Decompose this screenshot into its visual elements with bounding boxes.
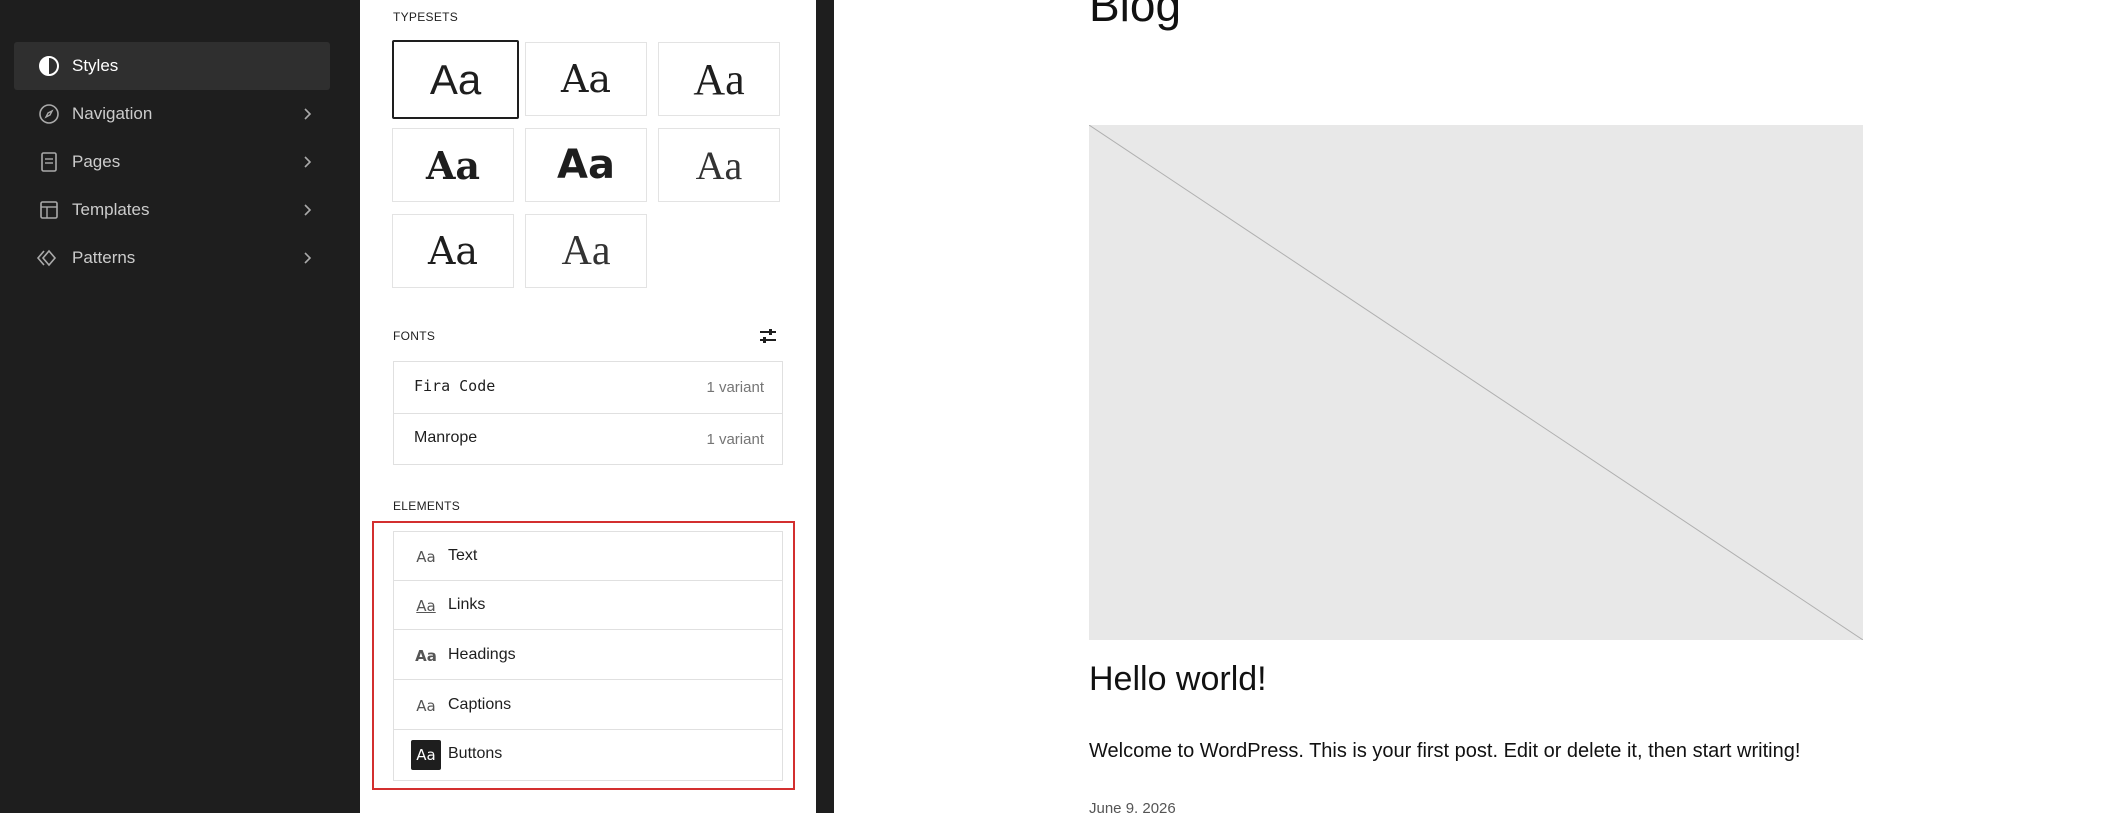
font-item-fira-code[interactable]: Fira Code 1 variant: [394, 362, 782, 414]
sidebar-item-patterns[interactable]: Patterns: [14, 234, 330, 282]
layout-icon: [40, 201, 58, 219]
font-name: Manrope: [414, 429, 478, 446]
elements-list: Aa Text Aa Links Aa Headings Aa Captions…: [393, 531, 783, 781]
sidebar-item-label: Navigation: [72, 104, 153, 123]
typeset-option-2[interactable]: Aa: [525, 42, 647, 116]
sidebar-item-navigation[interactable]: Navigation: [14, 90, 330, 138]
sidebar-item-styles[interactable]: Styles: [14, 42, 330, 90]
chevron-right-icon: [304, 252, 312, 264]
typeset-option-7[interactable]: Aa: [392, 214, 514, 288]
styles-panel: TYPESETS Aa Aa Aa Aa Aa Aa Aa Aa FONTS F…: [360, 0, 816, 813]
sidebar-item-label: Templates: [72, 200, 150, 219]
element-label: Headings: [448, 646, 516, 663]
sidebar-item-label: Patterns: [72, 248, 136, 267]
element-item-links[interactable]: Aa Links: [394, 581, 782, 630]
page-icon: [41, 152, 57, 172]
featured-image-placeholder[interactable]: [1088, 124, 1864, 641]
half-circle-icon: [39, 56, 59, 76]
element-label: Buttons: [448, 745, 503, 762]
element-item-text[interactable]: Aa Text: [394, 532, 782, 581]
typeset-option-8[interactable]: Aa: [525, 214, 647, 288]
typeset-option-3[interactable]: Aa: [658, 42, 780, 116]
font-name: Fira Code: [414, 377, 496, 395]
compass-icon: [39, 104, 59, 124]
site-preview[interactable]: Blog Hello world! Welcome to WordPress. …: [834, 0, 2122, 813]
button-style-icon: Aa: [411, 740, 441, 770]
diamond-icon: [36, 249, 57, 267]
caption-style-icon: Aa: [416, 697, 436, 715]
sidebar-item-label: Pages: [72, 152, 121, 171]
post-date: June 9, 2026: [1089, 800, 1176, 813]
element-item-headings[interactable]: Aa Headings: [394, 631, 782, 680]
chevron-right-icon: [304, 108, 312, 120]
typeset-option-5[interactable]: Aa: [525, 128, 647, 202]
link-style-icon: Aa: [416, 597, 436, 615]
font-item-manrope[interactable]: Manrope 1 variant: [394, 414, 782, 465]
typesets-heading: TYPESETS: [393, 10, 459, 24]
element-item-captions[interactable]: Aa Captions: [394, 681, 782, 730]
placeholder-diagonal: [1088, 124, 1864, 641]
font-settings-icon[interactable]: [758, 327, 778, 345]
typeset-option-4[interactable]: Aa: [392, 128, 514, 202]
post-title[interactable]: Hello world!: [1089, 660, 1267, 699]
chevron-right-icon: [304, 204, 312, 216]
sidebar-item-label: Styles: [72, 56, 119, 75]
chevron-right-icon: [304, 156, 312, 168]
text-style-icon: Aa: [416, 548, 436, 566]
font-list: Fira Code 1 variant Manrope 1 variant: [393, 361, 783, 465]
heading-style-icon: Aa: [415, 647, 437, 665]
element-label: Links: [448, 596, 486, 613]
element-label: Text: [448, 547, 478, 564]
font-variant-count: 1 variant: [706, 379, 764, 396]
sidebar-item-pages[interactable]: Pages: [14, 138, 330, 186]
sidebar-item-templates[interactable]: Templates: [14, 186, 330, 234]
panel-divider: [816, 0, 834, 813]
fonts-heading: FONTS: [393, 329, 436, 343]
post-excerpt: Welcome to WordPress. This is your first…: [1089, 740, 1801, 762]
font-variant-count: 1 variant: [706, 431, 764, 448]
elements-heading: ELEMENTS: [393, 499, 461, 513]
typeset-option-6[interactable]: Aa: [658, 128, 780, 202]
element-item-buttons[interactable]: Aa Buttons: [394, 730, 782, 779]
typeset-option-1[interactable]: Aa: [392, 40, 519, 119]
page-title: Blog: [1089, 0, 1182, 31]
element-label: Captions: [448, 696, 512, 713]
site-editor-sidebar: Styles Navigation Pages Templates Patter…: [0, 0, 360, 813]
